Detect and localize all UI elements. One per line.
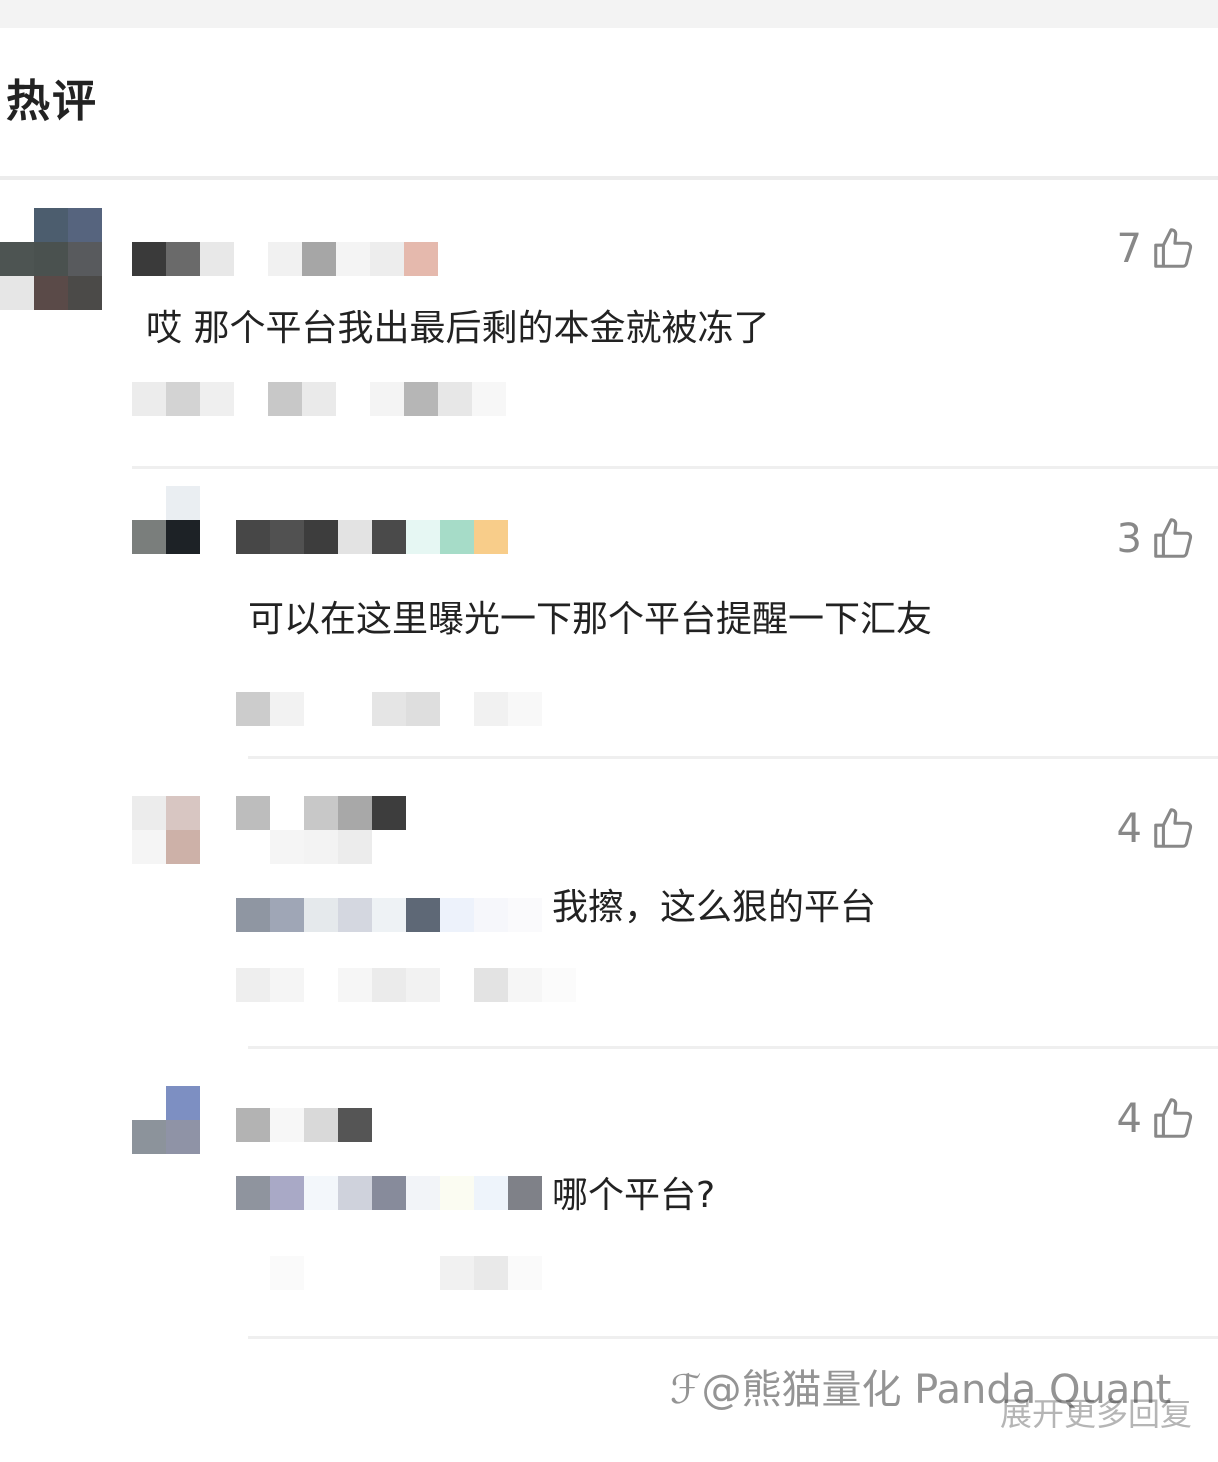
comment-meta: [236, 968, 586, 1002]
comment-text: 可以在这里曝光一下那个平台提醒一下汇友: [248, 599, 933, 640]
logo-icon: ℱ: [670, 1367, 702, 1413]
watermark: ℱ@熊猫量化 Panda Quant: [670, 1366, 1171, 1414]
like-button[interactable]: 4: [1117, 806, 1196, 852]
like-count: 4: [1116, 806, 1142, 852]
avatar[interactable]: [132, 1086, 202, 1154]
title-divider: [0, 176, 1218, 180]
like-button[interactable]: 3: [1117, 516, 1196, 562]
thumbs-up-icon: [1154, 518, 1193, 558]
avatar[interactable]: [132, 486, 202, 554]
comment-meta: [270, 1256, 550, 1314]
like-count: 3: [1116, 516, 1142, 562]
watermark-text: @熊猫量化 Panda Quant: [701, 1367, 1172, 1413]
comment-text: 我擦，这么狠的平台: [552, 887, 877, 928]
username[interactable]: [132, 242, 452, 276]
comment-divider: [248, 1336, 1218, 1339]
like-button[interactable]: 7: [1117, 226, 1196, 272]
page-title: 热评: [6, 76, 98, 127]
thumbs-up-icon: [1154, 808, 1193, 848]
username[interactable]: [236, 520, 526, 554]
comment-meta: [236, 692, 556, 726]
thumbs-up-icon: [1154, 1098, 1193, 1138]
like-count: 4: [1116, 1096, 1142, 1142]
comment-divider: [132, 466, 1218, 469]
comment-text: 哎 那个平台我出最后剩的本金就被冻了: [146, 308, 770, 349]
username[interactable]: [236, 796, 416, 864]
comment-meta: [132, 382, 552, 450]
username[interactable]: [236, 1108, 386, 1142]
avatar[interactable]: [0, 208, 102, 310]
like-count: 7: [1116, 226, 1142, 272]
thumbs-up-icon: [1154, 228, 1193, 268]
reply-to-mention[interactable]: [236, 898, 546, 932]
top-bar: [0, 0, 1218, 28]
reply-to-mention[interactable]: [236, 1176, 546, 1210]
avatar[interactable]: [132, 796, 202, 864]
comment-text: 哪个平台?: [552, 1175, 716, 1216]
comment-divider: [248, 1046, 1218, 1049]
comment-divider: [248, 756, 1218, 759]
like-button[interactable]: 4: [1117, 1096, 1196, 1142]
